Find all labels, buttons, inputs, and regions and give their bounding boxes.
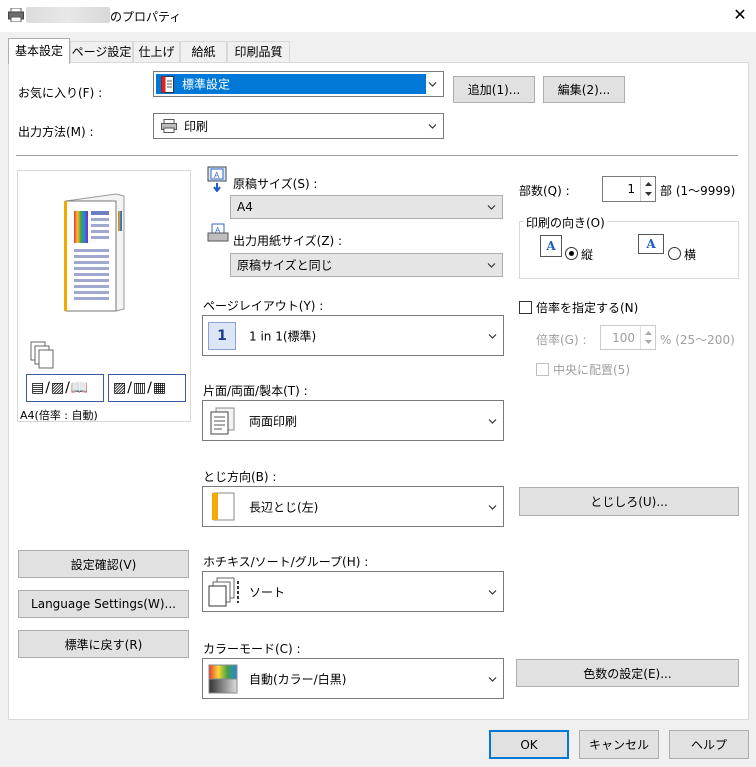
favorites-select[interactable]: 標準設定: [153, 71, 444, 97]
gutter-button[interactable]: とじしろ(U)...: [519, 487, 739, 516]
help-button[interactable]: ヘルプ: [669, 730, 749, 759]
chevron-down-icon: [487, 263, 496, 268]
color-mode-label: カラーモード(C) :: [203, 642, 301, 656]
landscape-icon: A: [638, 234, 664, 254]
copies-stack-icon: [30, 341, 54, 369]
portrait-radio[interactable]: [565, 247, 578, 260]
page-layout-label: ページレイアウト(Y) :: [203, 299, 324, 313]
sort-icon: [208, 577, 239, 607]
duplex-select[interactable]: 両面印刷: [202, 400, 504, 441]
original-size-value: A4: [237, 200, 253, 214]
restore-defaults-button[interactable]: 標準に戻す(R): [18, 630, 189, 658]
scale-unit: % (25〜200): [660, 333, 735, 347]
scale-stepper[interactable]: 100: [600, 325, 656, 350]
favorites-value: 標準設定: [182, 77, 231, 92]
tab-page-settings[interactable]: ページ設定: [70, 41, 133, 63]
separator: [16, 155, 738, 156]
chevron-down-icon: [488, 589, 497, 595]
output-paper-size-select[interactable]: 原稿サイズと同じ: [230, 253, 503, 277]
chevron-down-icon: [488, 676, 497, 682]
chevron-down-icon: [488, 504, 497, 510]
favorites-edit-button[interactable]: 編集(2)...: [543, 76, 625, 103]
binding-label: とじ方向(B) :: [203, 470, 277, 484]
spin-arrows-icon: [645, 331, 652, 344]
copies-unit: 部 (1〜9999): [660, 184, 736, 198]
page-layout-icon: 1: [208, 322, 236, 350]
favorites-label: お気に入り(F) :: [18, 86, 103, 100]
color-settings-button[interactable]: 色数の設定(E)...: [516, 659, 739, 687]
copies-label: 部数(Q) :: [519, 184, 570, 198]
chevron-down-icon: [428, 82, 437, 87]
binding-select[interactable]: 長辺とじ(左): [202, 486, 504, 527]
layout-quick-buttons-left[interactable]: ▤/▨/📖: [26, 374, 104, 402]
staple-sort-label: ホチキス/ソート/グループ(H) :: [203, 555, 369, 569]
specify-scale-checkbox[interactable]: [519, 301, 532, 314]
favorites-document-icon: [161, 76, 174, 93]
original-size-icon: A: [207, 166, 227, 192]
copies-stepper-arrows[interactable]: [640, 177, 655, 201]
tab-paper-source[interactable]: 給紙: [180, 41, 227, 63]
scale-label: 倍率(G) :: [536, 333, 587, 347]
duplex-label: 片面/両面/製本(T) :: [203, 384, 308, 398]
cancel-button[interactable]: キャンセル: [579, 730, 659, 759]
output-paper-size-value: 原稿サイズと同じ: [237, 258, 333, 273]
scale-value: 100: [612, 330, 635, 345]
preview-caption: A4(倍率 : 自動): [20, 409, 98, 422]
chevron-down-icon: [488, 333, 497, 339]
output-method-value: 印刷: [184, 119, 209, 134]
chevron-down-icon: [488, 418, 497, 424]
spin-arrows-icon: [645, 182, 652, 196]
specify-scale-label: 倍率を指定する(N): [536, 301, 639, 315]
landscape-radio[interactable]: [668, 247, 681, 260]
color-mode-icon: [208, 664, 238, 694]
copies-stepper[interactable]: 1: [602, 176, 656, 202]
original-size-select[interactable]: A4: [230, 195, 503, 219]
printer-name-redacted: [26, 7, 110, 23]
staple-sort-select[interactable]: ソート: [202, 571, 504, 612]
copies-value: 1: [627, 182, 635, 196]
page-layout-select[interactable]: 1 1 in 1(標準): [202, 315, 504, 356]
tab-basic-settings[interactable]: 基本設定: [8, 38, 70, 64]
preview-duplex-pages-icon: [64, 193, 125, 312]
staple-sort-value: ソート: [249, 585, 286, 599]
output-paper-size-icon: A: [207, 223, 229, 242]
landscape-label: 横: [684, 248, 697, 262]
printer-icon: [8, 8, 24, 22]
portrait-icon: A: [540, 235, 562, 257]
color-preset-icons: ▨/▥/▦: [113, 380, 168, 396]
svg-text:A: A: [214, 171, 220, 180]
printer-icon: [161, 119, 177, 133]
layout-quick-buttons-right[interactable]: ▨/▥/▦: [108, 374, 186, 402]
favorites-add-button[interactable]: 追加(1)...: [453, 76, 535, 103]
title-bar: のプロパティ ✕: [0, 0, 756, 32]
language-settings-button[interactable]: Language Settings(W)...: [18, 590, 189, 618]
color-mode-value: 自動(カラー/白黒): [249, 672, 347, 686]
scale-stepper-arrows[interactable]: [640, 326, 655, 349]
page-layout-value: 1 in 1(標準): [249, 329, 317, 343]
duplex-icon: [210, 407, 235, 435]
binding-value: 長辺とじ(左): [249, 500, 319, 514]
original-size-label: 原稿サイズ(S) :: [233, 177, 318, 191]
portrait-label: 縦: [581, 248, 594, 262]
center-checkbox[interactable]: [536, 363, 549, 376]
orientation-group-title: 印刷の向き(O): [524, 214, 607, 231]
ok-button[interactable]: OK: [489, 730, 569, 759]
tab-finishing[interactable]: 仕上げ: [133, 41, 180, 63]
color-mode-select[interactable]: 自動(カラー/白黒): [202, 658, 504, 699]
preview-panel: ▤/▨/📖 ▨/▥/▦ A4(倍率 : 自動): [17, 170, 191, 422]
confirm-settings-button[interactable]: 設定確認(V): [18, 550, 189, 578]
binding-edge-icon: [212, 492, 235, 521]
chevron-down-icon: [428, 124, 437, 129]
output-method-label: 出力方法(M) :: [18, 125, 94, 139]
layout-preset-icons: ▤/▨/📖: [31, 380, 90, 396]
close-button[interactable]: ✕: [728, 4, 752, 26]
output-paper-size-label: 出力用紙サイズ(Z) :: [233, 234, 343, 248]
duplex-value: 両面印刷: [249, 414, 298, 428]
window-title: のプロパティ: [110, 10, 182, 24]
output-method-select[interactable]: 印刷: [153, 113, 444, 139]
center-label: 中央に配置(5): [553, 363, 630, 377]
chevron-down-icon: [487, 205, 496, 210]
tab-print-quality[interactable]: 印刷品質: [227, 41, 290, 63]
